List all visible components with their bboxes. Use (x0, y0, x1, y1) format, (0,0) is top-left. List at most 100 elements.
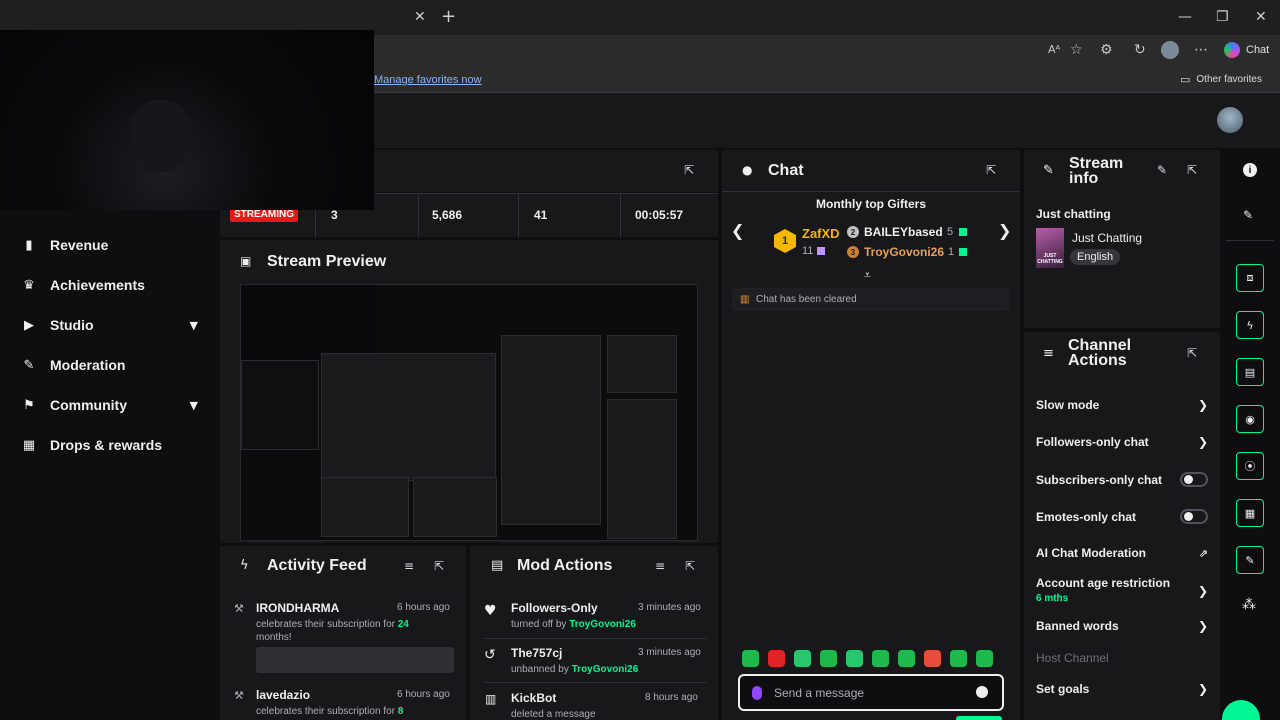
streamer-face (130, 100, 192, 172)
top-gifter-count: 11 (802, 245, 814, 257)
sidebar-item-moderation[interactable]: ✎ Moderation (22, 350, 212, 380)
other-favorites[interactable]: ▭ Other favorites (1180, 73, 1262, 86)
emote-icon[interactable] (768, 650, 785, 667)
screen-icon[interactable]: ⧈ (1236, 264, 1264, 292)
sidebar-item-community[interactable]: ⚑ Community ▼ (22, 390, 212, 420)
followers-only-row[interactable]: Followers-only chat ❯ (1036, 435, 1208, 449)
favorite-star-icon[interactable]: ☆ (1070, 42, 1083, 58)
sidebar-item-label: Revenue (50, 237, 109, 253)
emote-icon[interactable] (898, 650, 915, 667)
stream-preview-video[interactable] (240, 284, 698, 541)
sidebar-item-studio[interactable]: ▶ Studio ▼ (22, 310, 212, 340)
wrench-icon[interactable]: ✎ (1236, 546, 1264, 574)
user-avatar[interactable] (1217, 107, 1243, 133)
wrench-icon: ✎ (1043, 163, 1054, 178)
popout-icon[interactable]: ⇱ (1187, 346, 1197, 360)
emote-icon[interactable] (794, 650, 811, 667)
category-thumbnail[interactable]: JUST CHATTING (1036, 228, 1064, 268)
category-name[interactable]: Just Chatting (1072, 231, 1142, 245)
layout-icon[interactable]: ▦ (1236, 499, 1264, 527)
filter-icon[interactable]: ≡ (404, 559, 414, 573)
third-gifter-name[interactable]: TroyGovoni26 (864, 245, 944, 259)
popout-icon[interactable]: ⇱ (684, 163, 694, 177)
emote-icon[interactable] (846, 650, 863, 667)
account-age-row[interactable]: Account age restriction 6 mths ❯ (1036, 576, 1208, 606)
chat-bubble-icon[interactable]: ◉ (1236, 405, 1264, 433)
sidebar-item-achievements[interactable]: ♛ Achievements (22, 270, 212, 300)
sidebar-item-drops[interactable]: ▦ Drops & rewards (22, 430, 212, 460)
set-goals-row[interactable]: Set goals ❯ (1036, 682, 1208, 696)
copilot-label: Chat (1246, 44, 1270, 56)
divider (484, 638, 706, 639)
sidebar-item-label: Drops & rewards (50, 437, 163, 453)
gift-icon (959, 228, 967, 236)
kick-logo-button[interactable] (1222, 700, 1260, 720)
mod-item-name[interactable]: KickBot (511, 691, 556, 705)
chat-input[interactable]: Send a message (738, 674, 1004, 711)
second-gifter-name[interactable]: BAILEYbased (864, 225, 943, 239)
edit-icon[interactable]: ✎ (1243, 208, 1253, 222)
subscribers-only-row[interactable]: Subscribers-only chat (1036, 472, 1208, 487)
emote-icon[interactable] (742, 650, 759, 667)
manage-favorites-link[interactable]: Manage favorites now (374, 74, 482, 86)
banned-words-row[interactable]: Banned words ❯ (1036, 619, 1208, 633)
studio-icon: ▶ (24, 317, 34, 333)
stream-preview-title: Stream Preview (267, 253, 387, 270)
top-gifter-name[interactable]: ZafXD (802, 226, 840, 241)
more-icon[interactable]: ⋯ (1194, 42, 1208, 58)
broadcast-icon[interactable]: ⦿ (1236, 452, 1264, 480)
sidebar-item-revenue[interactable]: ▮ Revenue (22, 230, 212, 260)
emotes-only-toggle[interactable] (1180, 509, 1208, 524)
filter-icon[interactable]: ≡ (655, 559, 665, 573)
info-icon[interactable]: i (1243, 163, 1257, 177)
maximize-button[interactable]: ❐ (1216, 9, 1229, 25)
community-icon: ⚑ (23, 397, 35, 413)
slow-mode-row[interactable]: Slow mode ❯ (1036, 398, 1208, 412)
microphone-icon[interactable] (752, 685, 762, 700)
read-aloud-icon[interactable]: Aᴬ (1048, 43, 1060, 56)
gifters-title: Monthly top Gifters (816, 197, 926, 211)
host-channel-row: Host Channel (1036, 651, 1109, 665)
chevron-right-icon[interactable]: ❯ (998, 221, 1011, 240)
mod-item-name[interactable]: Followers-Only (511, 601, 598, 615)
subscribers-only-toggle[interactable] (1180, 472, 1208, 487)
mod-item-name[interactable]: The757cj (511, 646, 562, 660)
emote-icon[interactable] (976, 650, 993, 667)
new-tab-button[interactable]: + (441, 6, 456, 27)
language-tag: English (1070, 249, 1121, 265)
apps-icon[interactable]: ⁂ (1242, 597, 1256, 613)
chevron-down-icon[interactable]: ▼ (190, 399, 198, 412)
minimize-button[interactable]: — (1178, 9, 1192, 25)
trash-icon: ▥ (740, 294, 750, 305)
popout-icon[interactable]: ⇱ (685, 559, 695, 573)
edit-icon[interactable]: ✎ (1157, 163, 1167, 177)
emote-icon[interactable] (950, 650, 967, 667)
emotes-only-row[interactable]: Emotes-only chat (1036, 509, 1208, 524)
mod-item-time: 3 minutes ago (638, 647, 701, 658)
extensions-icon[interactable]: ⚙ (1100, 42, 1113, 58)
emote-icon[interactable] (924, 650, 941, 667)
emote-icon[interactable] (872, 650, 889, 667)
notes-icon[interactable]: ▤ (1236, 358, 1264, 386)
preview-icon: ▣ (240, 254, 252, 268)
lightning-icon[interactable]: ϟ (1236, 311, 1264, 339)
popout-icon[interactable]: ⇱ (1187, 163, 1197, 177)
feed-item-name[interactable]: IRONDHARMA (256, 601, 339, 615)
copilot-button[interactable]: Chat (1224, 42, 1269, 58)
profile-icon[interactable] (1161, 41, 1179, 59)
collapse-icon[interactable]: ⩡ (864, 268, 871, 283)
feed-item-name[interactable]: lavedazio (256, 688, 310, 702)
other-favorites-label: Other favorites (1196, 74, 1262, 85)
ai-moderation-row[interactable]: AI Chat Moderation ⇗ (1036, 546, 1208, 560)
popout-icon[interactable]: ⇱ (986, 163, 996, 177)
chevron-down-icon[interactable]: ▼ (190, 319, 198, 332)
divider (1226, 240, 1274, 241)
close-window-button[interactable]: ✕ (1255, 9, 1267, 25)
chevron-left-icon[interactable]: ❮ (731, 221, 744, 240)
emoji-icon[interactable] (976, 686, 988, 698)
close-tab-icon[interactable]: ✕ (414, 9, 426, 25)
history-icon[interactable]: ↻ (1134, 42, 1146, 58)
popout-icon[interactable]: ⇱ (434, 559, 444, 573)
emote-icon[interactable] (820, 650, 837, 667)
send-button[interactable] (956, 716, 1002, 720)
